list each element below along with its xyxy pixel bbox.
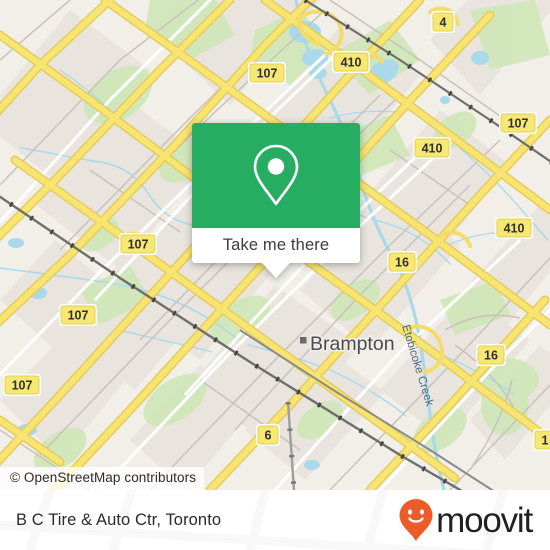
city-label-brampton: Brampton [310,333,395,355]
map-pin-icon [253,144,299,205]
road-shield-1: 1 [533,429,550,451]
svg-text:107: 107 [257,67,278,81]
svg-text:107: 107 [68,309,89,323]
svg-text:107: 107 [12,379,33,393]
road-shield-6: 6 [256,424,280,446]
svg-text:410: 410 [422,142,443,156]
road-shield-107: 107 [248,62,286,84]
road-shield-410: 410 [332,51,370,73]
road-shield-16: 16 [476,344,506,366]
svg-text:4: 4 [440,16,447,30]
svg-text:16: 16 [484,349,498,363]
osm-attribution[interactable]: © OpenStreetMap contributors [0,467,205,490]
card-button-area[interactable]: Take me there [192,228,360,278]
road-shield-16: 16 [387,251,417,273]
road-shield-4: 4 [431,11,455,33]
city-marker [300,337,307,344]
svg-text:16: 16 [395,256,409,270]
road-shield-410: 410 [413,137,451,159]
svg-text:107: 107 [128,238,149,252]
moovit-pin-smiley-icon [399,499,433,541]
take-me-there-card[interactable]: Take me there [192,123,360,278]
take-me-there-label: Take me there [222,236,330,254]
moovit-wordmark: moovit [436,500,533,540]
svg-text:1: 1 [542,434,549,448]
card-pointer-tail [262,263,290,278]
moovit-brand[interactable]: moovit [398,490,533,550]
moovit-map-screenshot: Brampton Etobicoke Creek 4 410 107 107 410 41… [0,0,550,550]
road-shield-107: 107 [59,304,97,326]
road-shield-107: 107 [3,374,41,396]
svg-text:410: 410 [504,222,525,236]
road-shield-410: 410 [495,217,533,239]
card-icon-area [192,123,360,228]
place-title: B C Tire & Auto Ctr, Toronto [16,510,222,529]
svg-text:410: 410 [341,56,362,70]
road-shield-107: 107 [119,233,157,255]
footer-bar: B C Tire & Auto Ctr, Toronto moovit [0,490,550,550]
svg-text:107: 107 [508,117,529,131]
road-shield-107: 107 [499,112,537,134]
svg-text:6: 6 [265,429,272,443]
